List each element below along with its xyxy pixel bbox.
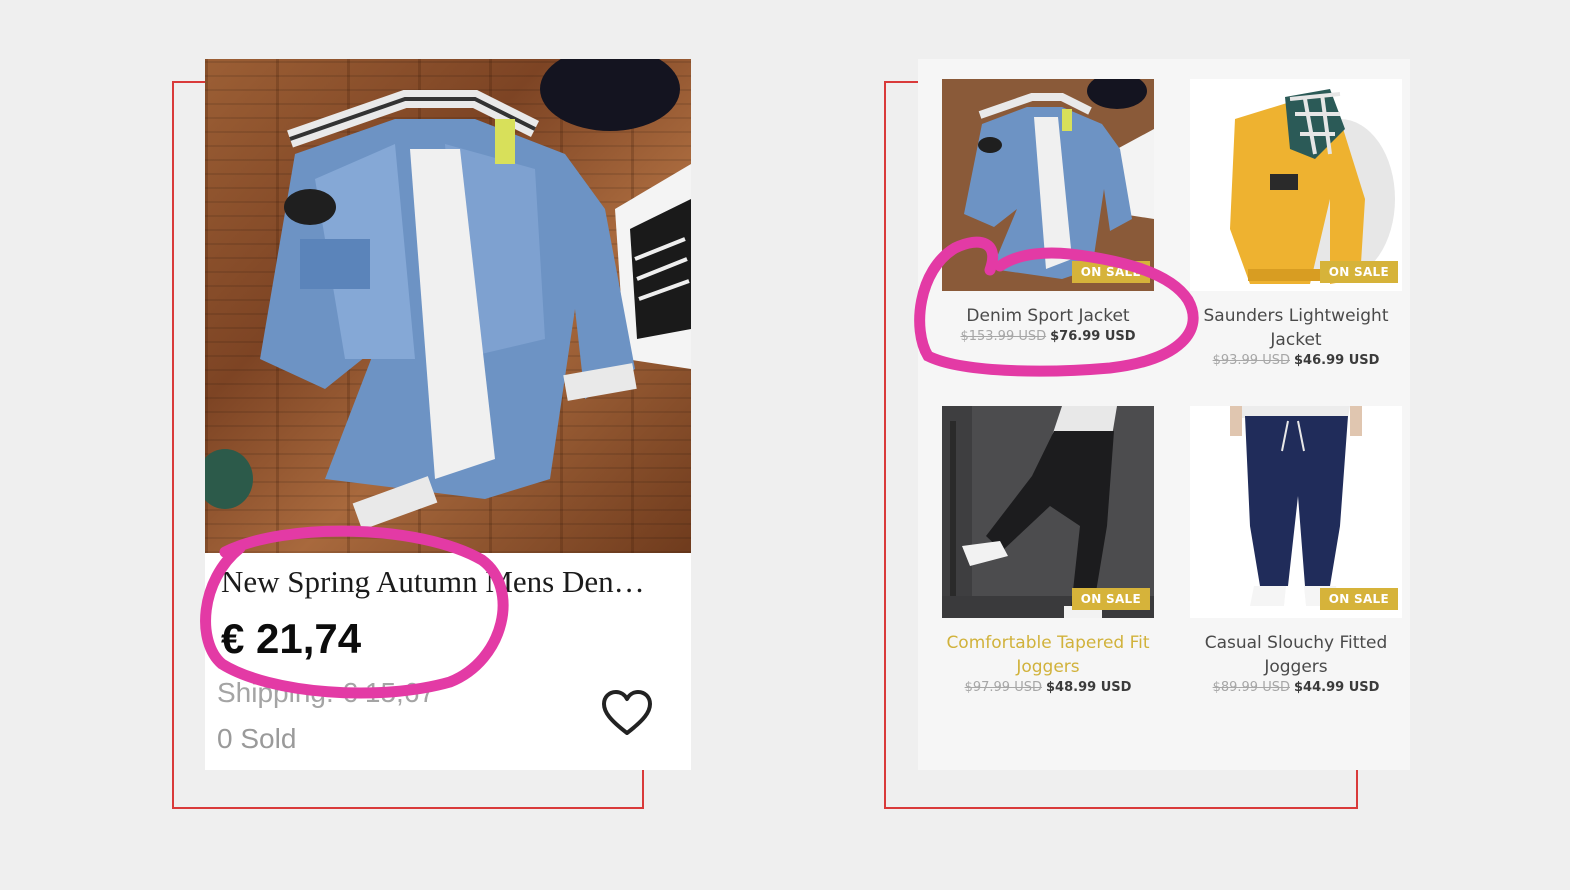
- product-prices: $93.99 USD $46.99 USD: [1190, 353, 1402, 368]
- denim-jacket-photo[interactable]: [205, 59, 691, 553]
- on-sale-badge: ON SALE: [1319, 588, 1398, 610]
- product-name[interactable]: Comfortable Tapered Fit Joggers: [942, 631, 1154, 679]
- product-name[interactable]: Saunders Lightweight Jacket: [1190, 304, 1402, 352]
- yellow-jacket-thumbnail: [1190, 79, 1402, 291]
- product-prices: $153.99 USD $76.99 USD: [942, 329, 1154, 344]
- product-name[interactable]: Casual Slouchy Fitted Joggers: [1190, 631, 1402, 679]
- on-sale-badge: ON SALE: [1071, 261, 1150, 283]
- product-image[interactable]: ON SALE: [1190, 79, 1402, 291]
- product-prices: $89.99 USD $44.99 USD: [1190, 680, 1402, 695]
- product-tile[interactable]: ON SALE Casual Slouchy Fitted Joggers $8…: [1190, 406, 1402, 695]
- product-price: € 21,74: [221, 615, 362, 662]
- on-sale-badge: ON SALE: [1319, 261, 1398, 283]
- sold-count: 0 Sold: [217, 723, 297, 754]
- sale-price: $76.99 USD: [1050, 329, 1136, 344]
- product-tile[interactable]: ON SALE Denim Sport Jacket $153.99 USD $7…: [942, 79, 1154, 344]
- product-image[interactable]: ON SALE: [942, 79, 1154, 291]
- comparison-slide: New Spring Autumn Mens Den… € 21,74 Ship…: [0, 0, 1570, 890]
- product-title[interactable]: New Spring Autumn Mens Den…: [221, 564, 681, 600]
- shipping-cost: Shipping: € 15,67: [217, 677, 435, 708]
- product-image[interactable]: ON SALE: [942, 406, 1154, 618]
- on-sale-badge: ON SALE: [1071, 588, 1150, 610]
- denim-jacket-illustration: [205, 59, 691, 530]
- store-product-grid: ON SALE Denim Sport Jacket $153.99 USD $7…: [918, 59, 1410, 770]
- product-tile[interactable]: ON SALE Comfortable Tapered Fit Joggers …: [942, 406, 1154, 695]
- product-name[interactable]: Denim Sport Jacket: [942, 304, 1154, 328]
- sale-price: $44.99 USD: [1294, 680, 1380, 695]
- sale-price: $46.99 USD: [1294, 353, 1380, 368]
- original-price: $93.99 USD: [1212, 353, 1290, 368]
- product-prices: $97.99 USD $48.99 USD: [942, 680, 1154, 695]
- denim-jacket-thumbnail: [942, 79, 1154, 291]
- original-price: $153.99 USD: [960, 329, 1047, 344]
- original-price: $97.99 USD: [964, 680, 1042, 695]
- heart-icon[interactable]: [600, 687, 654, 741]
- product-image[interactable]: ON SALE: [1190, 406, 1402, 618]
- navy-joggers-thumbnail: [1190, 406, 1402, 618]
- sale-price: $48.99 USD: [1046, 680, 1132, 695]
- black-joggers-thumbnail: [942, 406, 1154, 618]
- original-price: $89.99 USD: [1212, 680, 1290, 695]
- product-tile[interactable]: ON SALE Saunders Lightweight Jacket $93.…: [1190, 79, 1402, 368]
- marketplace-product-card[interactable]: New Spring Autumn Mens Den… € 21,74 Ship…: [205, 59, 691, 770]
